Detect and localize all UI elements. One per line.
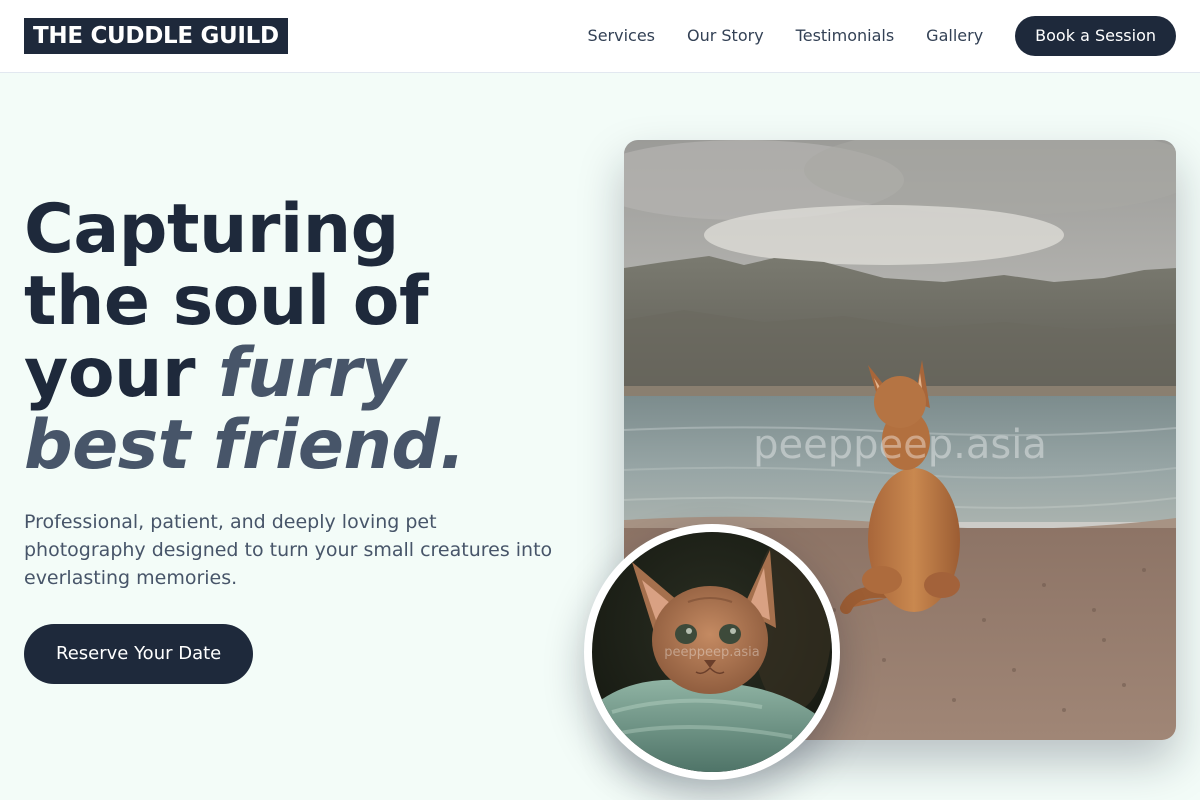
hero-title-accent-furry: furry xyxy=(218,334,406,413)
nav-link-gallery[interactable]: Gallery xyxy=(926,16,983,56)
cat-portrait-photo: peeppeep.asia xyxy=(592,532,832,772)
main-nav: Services Our Story Testimonials Gallery … xyxy=(588,16,1176,56)
nav-link-testimonials[interactable]: Testimonials xyxy=(796,16,895,56)
cat-portrait-frame: peeppeep.asia xyxy=(584,524,840,780)
brand-logo[interactable]: THE CUDDLE GUILD xyxy=(24,18,288,54)
reserve-date-button[interactable]: Reserve Your Date xyxy=(24,624,254,684)
hero-title-line-2: the soul of xyxy=(24,262,429,341)
site-header: THE CUDDLE GUILD Services Our Story Test… xyxy=(0,0,1200,73)
hero-subtitle: Professional, patient, and deeply loving… xyxy=(24,511,553,589)
book-session-button[interactable]: Book a Session xyxy=(1015,16,1176,56)
hero-title-accent-best-friend: best friend. xyxy=(24,406,465,485)
hero-title-line-1: Capturing xyxy=(24,190,399,269)
sphynx-cat-image xyxy=(592,532,832,772)
hero-title: Capturing the soul of your furry best fr… xyxy=(24,194,584,482)
nav-link-our-story[interactable]: Our Story xyxy=(687,16,764,56)
hero-title-line-3: your xyxy=(24,334,219,413)
nav-link-services[interactable]: Services xyxy=(588,16,655,56)
